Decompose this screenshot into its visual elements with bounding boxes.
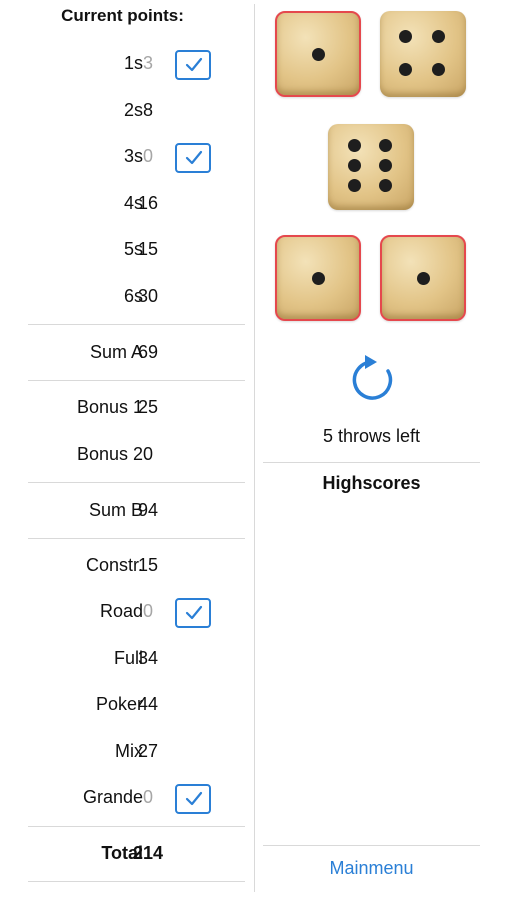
pip [432, 30, 445, 43]
row-value: 15 [137, 239, 159, 259]
pip [312, 48, 325, 61]
bonus-1-row: Bonus 1 25 [28, 394, 245, 422]
divider [28, 482, 245, 483]
checkbox-road[interactable] [175, 598, 211, 628]
row-value: 69 [137, 342, 159, 362]
score-row-1s[interactable]: 1s 3 [28, 50, 245, 80]
score-row-2s[interactable]: 2s 8 [28, 97, 245, 125]
row-value: 30 [137, 286, 159, 306]
die-3[interactable] [328, 124, 414, 210]
row-value: 0 [142, 444, 153, 464]
pip [348, 179, 361, 192]
checkmark-icon [185, 605, 203, 620]
pip [379, 139, 392, 152]
row-value: 0 [142, 787, 153, 807]
score-row-3s[interactable]: 3s 0 [28, 143, 245, 173]
divider [28, 826, 245, 827]
sum-b-row: Sum B 94 [28, 497, 245, 525]
dice-panel: 5 throws left Highscores Mainmenu [263, 0, 480, 900]
pip [348, 159, 361, 172]
die-2[interactable] [380, 11, 466, 97]
pip [379, 159, 392, 172]
row-value: 44 [137, 694, 159, 714]
row-value: 25 [137, 397, 159, 417]
row-value: 0 [142, 146, 153, 166]
highscores-title: Highscores [322, 473, 421, 493]
throws-left-label: 5 throws left [322, 426, 421, 446]
row-value: 214 [132, 843, 164, 863]
score-row-mix[interactable]: Mix 27 [28, 738, 245, 766]
checkbox-grande[interactable] [175, 784, 211, 814]
die-5[interactable] [380, 235, 466, 321]
die-4[interactable] [275, 235, 361, 321]
divider [28, 881, 245, 882]
divider [263, 845, 480, 846]
pip [432, 63, 445, 76]
refresh-icon [352, 355, 393, 400]
score-row-6s[interactable]: 6s 30 [28, 283, 245, 311]
pip [399, 63, 412, 76]
divider [263, 462, 480, 463]
row-value: 94 [137, 500, 159, 520]
bonus-2-row: Bonus 2 0 [28, 441, 245, 469]
checkmark-icon [185, 57, 203, 72]
score-row-5s[interactable]: 5s 15 [28, 236, 245, 264]
checkbox-1s[interactable] [175, 50, 211, 80]
score-row-poker[interactable]: Poker 44 [28, 691, 245, 719]
score-row-constr[interactable]: Constr. 15 [28, 552, 245, 580]
sum-a-row: Sum A 69 [28, 339, 245, 367]
row-value: 8 [142, 100, 153, 120]
die-1[interactable] [275, 11, 361, 97]
scoreboard: 1s 3 2s 8 3s 0 4s 16 5s 15 6s 30 Sum A 6… [28, 0, 245, 900]
score-row-grande[interactable]: Grande 0 [28, 784, 245, 814]
row-value: 3 [142, 53, 153, 73]
row-value: 15 [137, 555, 159, 575]
pip [417, 272, 430, 285]
pip [312, 272, 325, 285]
pip [348, 139, 361, 152]
score-row-4s[interactable]: 4s 16 [28, 190, 245, 218]
checkmark-icon [185, 150, 203, 165]
score-row-road[interactable]: Road 0 [28, 598, 245, 628]
pip [379, 179, 392, 192]
score-row-full[interactable]: Full 34 [28, 645, 245, 673]
row-value: 27 [137, 741, 159, 761]
pip [399, 30, 412, 43]
divider [28, 324, 245, 325]
row-value: 0 [142, 601, 153, 621]
row-value: 16 [137, 193, 159, 213]
divider [28, 538, 245, 539]
reroll-button[interactable] [345, 352, 399, 406]
mainmenu-button[interactable]: Mainmenu [263, 858, 480, 879]
divider [28, 380, 245, 381]
checkbox-3s[interactable] [175, 143, 211, 173]
column-divider [254, 4, 255, 892]
total-row: Total 214 [28, 840, 245, 868]
row-value: 34 [137, 648, 159, 668]
checkmark-icon [185, 791, 203, 806]
